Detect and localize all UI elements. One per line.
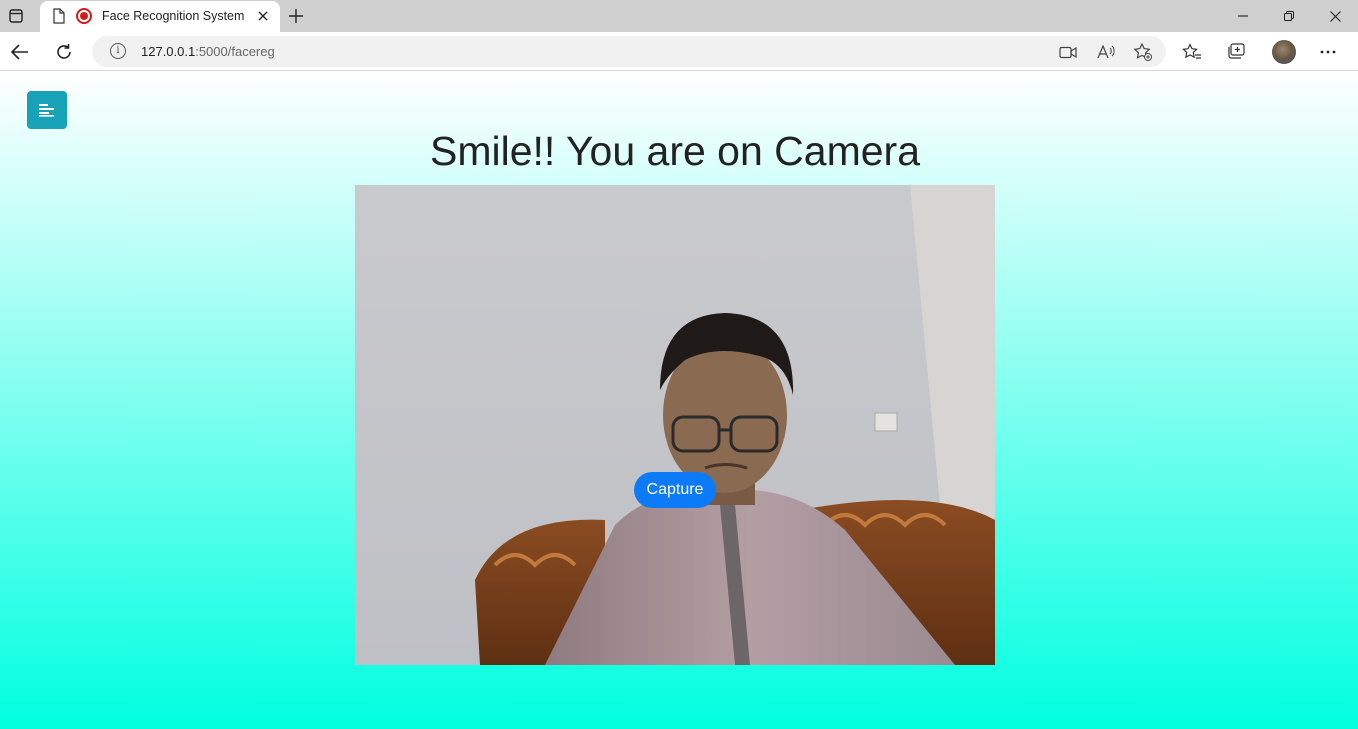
camera-feed-image [355,185,995,665]
camera-feed [355,185,995,665]
page-body: Smile!! You are on Camera Capture [0,71,1358,729]
page-icon [52,8,66,24]
tab-actions-icon[interactable] [6,6,26,26]
browser-title-bar: Face Recognition System [0,0,1358,32]
plus-icon[interactable] [285,5,307,27]
browser-toolbar: i 127.0.0.1:5000/facereg [0,32,1358,71]
url-path: :5000/facereg [195,44,275,59]
address-bar[interactable]: i 127.0.0.1:5000/facereg [92,36,1166,67]
url-text[interactable]: 127.0.0.1:5000/facereg [141,44,275,59]
read-aloud-icon[interactable] [1096,42,1116,62]
reload-icon[interactable] [51,39,77,65]
menu-icon [39,104,54,117]
minimize-button[interactable] [1220,0,1266,32]
close-icon[interactable] [254,7,272,25]
restore-button[interactable] [1266,0,1312,32]
menu-button[interactable] [27,91,67,129]
more-icon[interactable] [1318,42,1338,62]
video-camera-icon[interactable] [1058,42,1078,62]
profile-avatar[interactable] [1272,40,1296,64]
page-title: Smile!! You are on Camera [430,128,920,174]
collections-icon[interactable] [1226,42,1246,62]
back-arrow-icon[interactable] [7,39,33,65]
info-icon[interactable]: i [110,43,126,59]
capture-button[interactable]: Capture [634,472,716,508]
browser-tab[interactable]: Face Recognition System [40,1,280,32]
favorites-icon[interactable] [1182,42,1202,62]
add-favorite-icon[interactable] [1133,42,1153,62]
recording-icon [76,8,92,24]
tab-title: Face Recognition System [102,9,245,23]
url-host: 127.0.0.1 [141,44,196,59]
close-window-button[interactable] [1312,0,1358,32]
